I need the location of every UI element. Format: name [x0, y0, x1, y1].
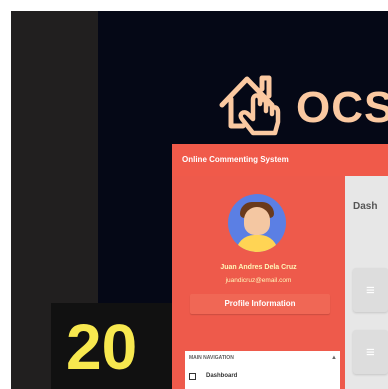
house-pointer-icon [219, 75, 281, 136]
list-icon: ≡ [366, 344, 375, 361]
avatar [228, 194, 286, 252]
app-title: Online Commenting System [182, 155, 289, 164]
list-icon: ≡ [366, 282, 375, 299]
main-navigation-label: MAIN NAVIGATION [189, 355, 234, 361]
dashboard-card[interactable]: ≡ [353, 268, 388, 312]
page-title: Dash [353, 201, 378, 212]
avatar-shirt [236, 235, 278, 252]
main-navigation-panel: MAIN NAVIGATION ▲ Dashboard [185, 351, 340, 389]
brand-logo: OCS [218, 71, 388, 141]
dashboard-card[interactable]: ≡ [353, 330, 388, 374]
dashboard-icon [189, 373, 196, 380]
app-screen: Online Commenting System Juan Andres Del… [172, 144, 388, 389]
sidebar: Juan Andres Dela Cruz juandicruz@email.c… [172, 176, 345, 389]
top-bar: Online Commenting System [172, 144, 388, 176]
scroll-up-icon[interactable]: ▲ [331, 355, 337, 361]
main-content: Dash ≡ ≡ [345, 176, 388, 389]
screenshot-frame: OCS Online Commenting System Juan Andres… [11, 11, 388, 389]
sidebar-item-dashboard[interactable]: Dashboard [189, 370, 335, 384]
badge-number: 20 [66, 311, 138, 383]
user-email: juandicruz@email.com [225, 277, 292, 284]
brand-name: OCS [296, 83, 388, 132]
user-name: Juan Andres Dela Cruz [220, 264, 297, 271]
avatar-face [244, 207, 270, 235]
sidebar-item-label: Dashboard [206, 373, 238, 379]
profile-information-button[interactable]: Profile Information [190, 294, 330, 314]
number-badge: 20 [51, 303, 172, 389]
